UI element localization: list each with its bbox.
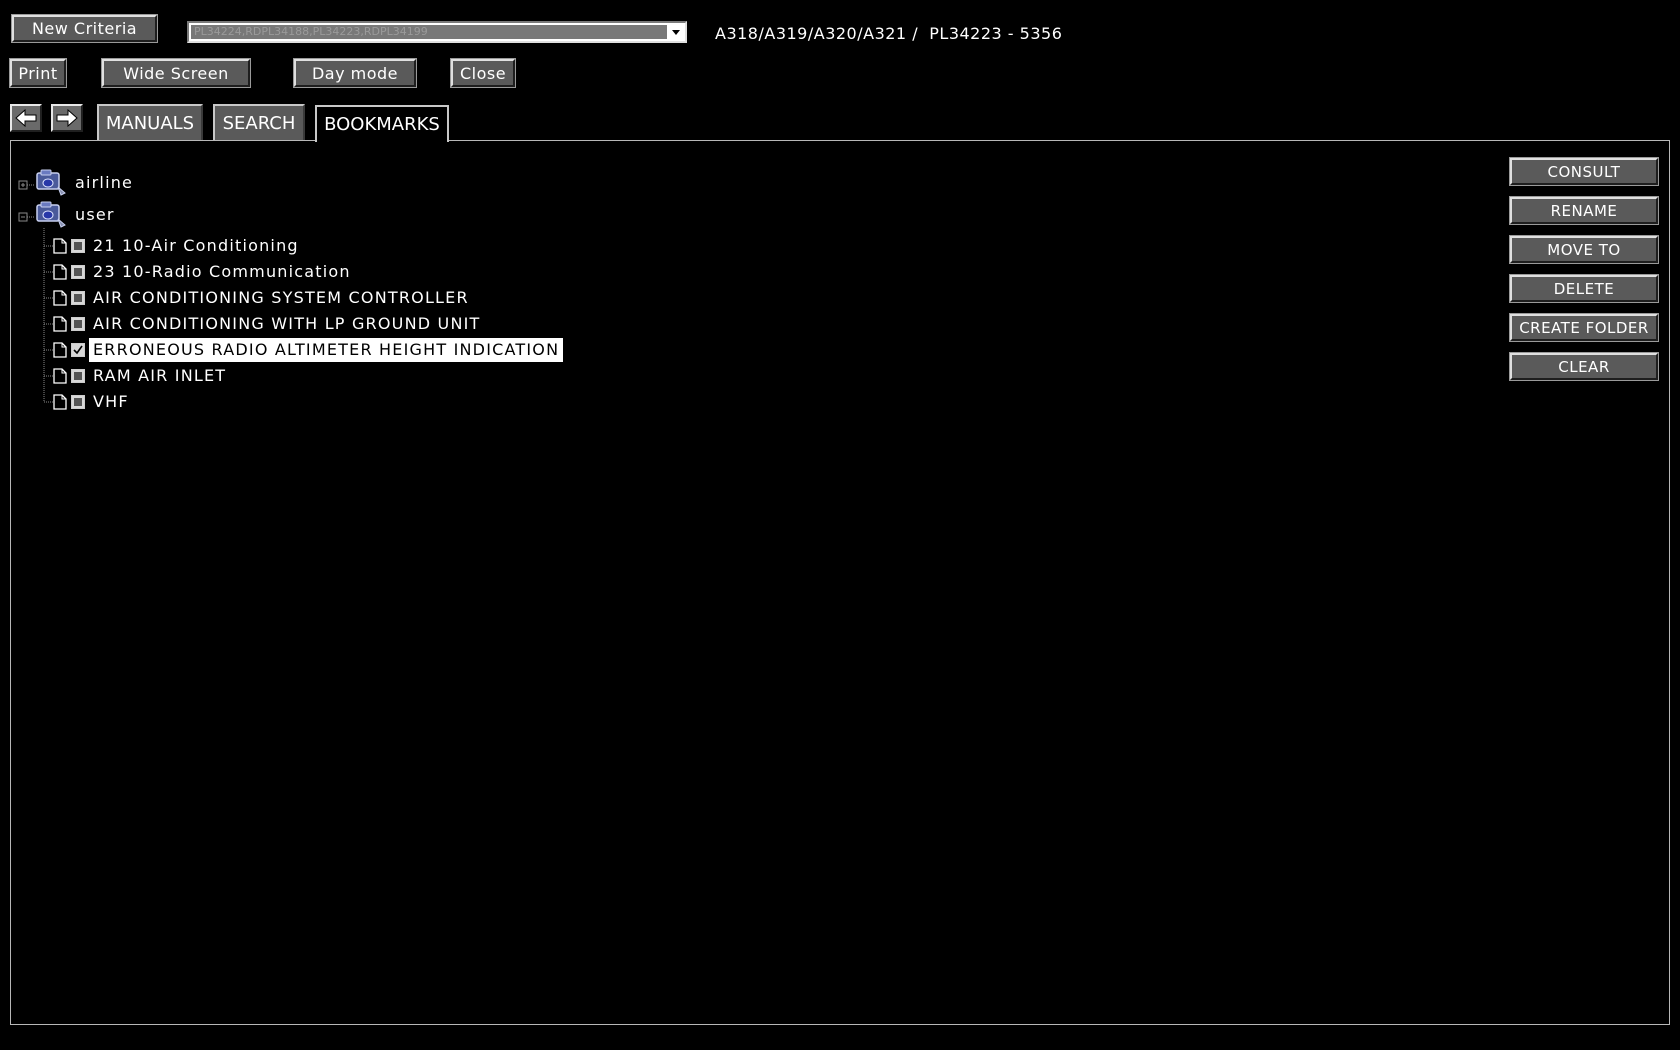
bookmark-label: ERRONEOUS RADIO ALTIMETER HEIGHT INDICAT… — [89, 338, 564, 362]
day-mode-button[interactable]: Day mode — [293, 58, 417, 88]
bookmark-checkbox[interactable] — [71, 291, 85, 305]
document-icon — [53, 316, 67, 332]
bookmark-item[interactable]: ERRONEOUS RADIO ALTIMETER HEIGHT INDICAT… — [53, 338, 564, 362]
tab-bookmarks[interactable]: BOOKMARKS — [315, 105, 449, 142]
document-icon — [53, 238, 67, 254]
bookmark-checkbox[interactable] — [71, 395, 85, 409]
bookmark-label: AIR CONDITIONING SYSTEM CONTROLLER — [93, 288, 469, 307]
document-icon — [53, 368, 67, 384]
bookmark-checkbox[interactable] — [71, 343, 85, 357]
aircraft-info: A318/A319/A320/A321 / PL34223 - 5356 — [715, 24, 1063, 43]
close-button[interactable]: Close — [450, 58, 516, 88]
bookmark-label: VHF — [93, 392, 129, 411]
document-icon — [53, 290, 67, 306]
effectivity-select[interactable]: PL34224,RDPL34188,PL34223,RDPL34199 — [187, 21, 687, 43]
move-to-button[interactable]: MOVE TO — [1509, 235, 1659, 264]
wide-screen-button[interactable]: Wide Screen — [101, 58, 251, 88]
clear-button[interactable]: CLEAR — [1509, 352, 1659, 381]
check-icon — [73, 345, 83, 355]
folder-network-icon — [36, 201, 66, 228]
tree-folder-airline[interactable]: airline — [34, 169, 137, 196]
checkbox-fill — [74, 294, 82, 302]
checkbox-fill — [74, 398, 82, 406]
tree-folder-user[interactable]: user — [34, 201, 119, 228]
bookmark-item[interactable]: 23 10-Radio Communication — [53, 261, 355, 283]
bookmark-checkbox[interactable] — [71, 265, 85, 279]
bookmark-checkbox[interactable] — [71, 369, 85, 383]
bookmark-item[interactable]: AIR CONDITIONING SYSTEM CONTROLLER — [53, 287, 473, 309]
bookmark-label: 23 10-Radio Communication — [93, 262, 351, 281]
effectivity-value: PL34224,RDPL34188,PL34223,RDPL34199 — [191, 25, 667, 39]
bookmark-item[interactable]: VHF — [53, 391, 133, 413]
bookmark-checkbox[interactable] — [71, 317, 85, 331]
bookmark-label: AIR CONDITIONING WITH LP GROUND UNIT — [93, 314, 481, 333]
document-icon — [53, 264, 67, 280]
document-icon — [53, 394, 67, 410]
checkbox-fill — [74, 372, 82, 380]
bookmark-item[interactable]: RAM AIR INLET — [53, 365, 230, 387]
tab-search[interactable]: SEARCH — [213, 104, 305, 140]
bookmark-checkbox[interactable] — [71, 239, 85, 253]
document-icon — [53, 342, 67, 358]
tree-folder-label: user — [75, 205, 115, 224]
create-folder-button[interactable]: CREATE FOLDER — [1509, 313, 1659, 342]
consult-button[interactable]: CONSULT — [1509, 157, 1659, 186]
folder-network-icon — [36, 169, 66, 196]
checkbox-fill — [74, 242, 82, 250]
bookmark-item[interactable]: 21 10-Air Conditioning — [53, 235, 303, 257]
bookmark-label: RAM AIR INLET — [93, 366, 227, 385]
bookmark-item[interactable]: AIR CONDITIONING WITH LP GROUND UNIT — [53, 313, 485, 335]
bookmark-label: 21 10-Air Conditioning — [93, 236, 299, 255]
tree-folder-label: airline — [75, 173, 134, 192]
checkbox-fill — [74, 268, 82, 276]
rename-button[interactable]: RENAME — [1509, 196, 1659, 225]
delete-button[interactable]: DELETE — [1509, 274, 1659, 303]
chevron-down-icon[interactable] — [668, 24, 684, 40]
checkbox-fill — [74, 320, 82, 328]
